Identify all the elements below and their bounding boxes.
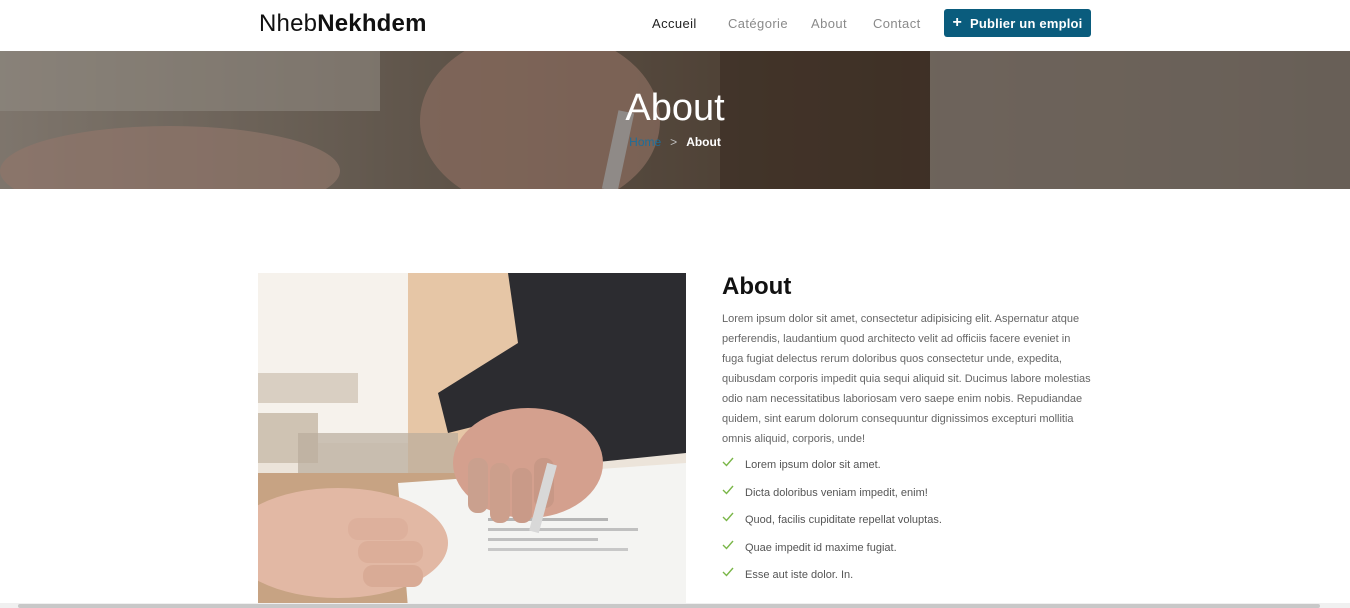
- feature-checklist: Lorem ipsum dolor sit amet. Dicta dolori…: [722, 457, 1092, 595]
- checklist-item: Quae impedit id maxime fugiat.: [722, 540, 1092, 568]
- checklist-item: Quod, facilis cupiditate repellat volupt…: [722, 512, 1092, 540]
- nav-link-accueil[interactable]: Accueil: [652, 16, 697, 31]
- post-job-label: Publier un emploi: [970, 15, 1083, 31]
- about-photo: [258, 273, 686, 608]
- about-heading: About: [722, 273, 792, 300]
- checklist-item: Esse aut iste dolor. In.: [722, 567, 1092, 595]
- brand-bold-text: Nekhdem: [317, 10, 427, 37]
- horizontal-scrollbar[interactable]: [0, 603, 1350, 608]
- check-icon: [722, 567, 734, 577]
- checklist-item-label: Lorem ipsum dolor sit amet.: [745, 459, 881, 471]
- check-icon: [722, 485, 734, 495]
- checklist-item-label: Quae impedit id maxime fugiat.: [745, 541, 897, 554]
- checklist-item: Lorem ipsum dolor sit amet.: [722, 457, 1092, 485]
- nav-link-contact[interactable]: Contact: [873, 16, 921, 31]
- breadcrumb-home-link[interactable]: Home: [629, 135, 661, 149]
- scrollbar-thumb[interactable]: [18, 604, 1320, 608]
- nav-link-categorie[interactable]: Catégorie: [728, 16, 788, 31]
- page-title: About: [625, 87, 725, 129]
- post-job-button[interactable]: + Publier un emploi: [944, 9, 1091, 37]
- checklist-item: Dicta doloribus veniam impedit, enim!: [722, 485, 1092, 513]
- checklist-item-label: Dicta doloribus veniam impedit, enim!: [745, 486, 928, 499]
- checklist-item-label: Quod, facilis cupiditate repellat volupt…: [745, 514, 942, 526]
- nav-link-about[interactable]: About: [811, 16, 847, 31]
- breadcrumb-current: About: [686, 135, 721, 149]
- breadcrumb: Home > About: [0, 135, 1350, 149]
- checklist-item-label: Esse aut iste dolor. In.: [745, 569, 854, 581]
- brand-logo[interactable]: NhebNekhdem: [259, 10, 427, 38]
- hero-banner: About Home > About: [0, 51, 1350, 189]
- navbar: NhebNekhdem Accueil Catégorie About Cont…: [0, 0, 1350, 51]
- about-section: About Lorem ipsum dolor sit amet, consec…: [722, 273, 1092, 595]
- plus-icon: +: [952, 14, 963, 31]
- breadcrumb-separator: >: [670, 135, 678, 149]
- about-image: [258, 273, 686, 608]
- about-paragraph: Lorem ipsum dolor sit amet, consectetur …: [722, 313, 1091, 445]
- check-icon: [722, 457, 734, 467]
- check-icon: [722, 540, 734, 550]
- check-icon: [722, 512, 734, 522]
- brand-light-text: Nheb: [259, 10, 318, 37]
